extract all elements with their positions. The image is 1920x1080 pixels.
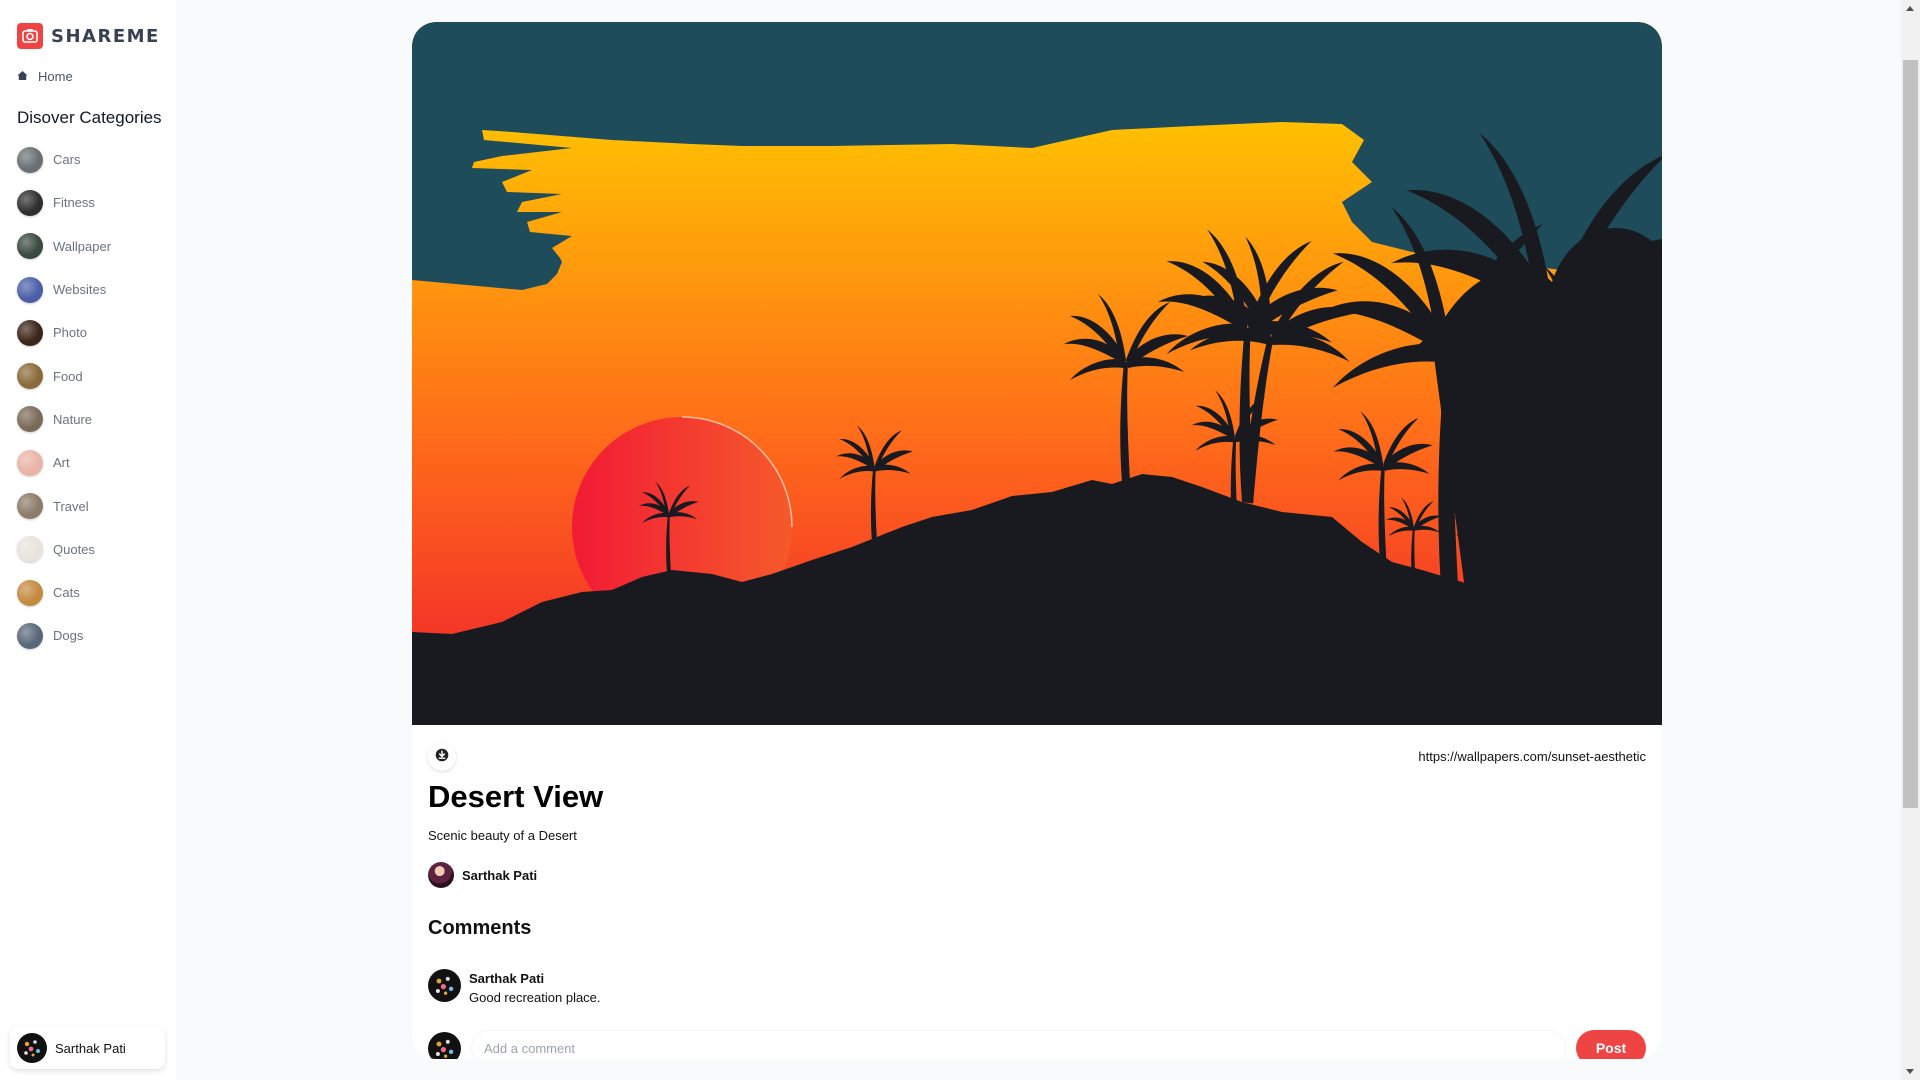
- pin-description: Scenic beauty of a Desert: [428, 828, 577, 843]
- category-label: Nature: [53, 411, 93, 427]
- author-link[interactable]: Sarthak Pati: [428, 862, 537, 888]
- category-label: Websites: [53, 282, 107, 298]
- comment-form: Post: [428, 1030, 1646, 1059]
- nav-home[interactable]: Home: [0, 66, 176, 86]
- category-thumbnail: [17, 319, 43, 346]
- comment-author: Sarthak Pati: [469, 971, 545, 986]
- home-icon: [17, 69, 28, 84]
- author-avatar: [428, 862, 454, 888]
- category-thumbnail: [17, 622, 43, 649]
- category-photo[interactable]: Photo: [0, 311, 176, 354]
- user-avatar: [17, 1033, 47, 1063]
- category-thumbnail: [17, 449, 43, 476]
- category-wallpaper[interactable]: Wallpaper: [0, 225, 176, 268]
- category-label: Dogs: [53, 628, 84, 644]
- category-thumbnail: [17, 363, 43, 390]
- category-dogs[interactable]: Dogs: [0, 614, 176, 657]
- category-quotes[interactable]: Quotes: [0, 528, 176, 571]
- sidebar: SHAREME Home Disover Categories Cars Fitn…: [0, 0, 176, 1080]
- category-label: Cats: [53, 585, 80, 601]
- category-label: Quotes: [53, 541, 95, 557]
- category-label: Travel: [53, 498, 89, 514]
- user-profile-link[interactable]: Sarthak Pati: [10, 1027, 165, 1069]
- pin-image: [412, 22, 1662, 725]
- user-name: Sarthak Pati: [55, 1040, 126, 1056]
- category-thumbnail: [17, 233, 43, 260]
- category-nature[interactable]: Nature: [0, 398, 176, 441]
- category-food[interactable]: Food: [0, 354, 176, 397]
- current-user-avatar[interactable]: [428, 1031, 461, 1059]
- comment-item: Sarthak Pati Good recreation place.: [428, 969, 601, 1005]
- category-list: Cars Fitness Wallpaper Websites Photo Food Nat…: [0, 138, 176, 658]
- category-fitness[interactable]: Fitness: [0, 181, 176, 224]
- camera-icon: [17, 23, 43, 49]
- category-travel[interactable]: Travel: [0, 484, 176, 527]
- category-label: Photo: [53, 325, 87, 341]
- scroll-down-arrow-icon[interactable]: [1906, 1069, 1914, 1074]
- category-cars[interactable]: Cars: [0, 138, 176, 181]
- category-websites[interactable]: Websites: [0, 268, 176, 311]
- page-scrollbar[interactable]: [1901, 0, 1920, 1080]
- pin-detail-card: https://wallpapers.com/sunset-aesthetic …: [412, 22, 1662, 1059]
- pin-title: Desert View: [428, 779, 604, 814]
- post-comment-button[interactable]: Post: [1576, 1030, 1646, 1059]
- category-thumbnail: [17, 146, 43, 173]
- category-label: Cars: [53, 152, 81, 168]
- nav-home-label: Home: [38, 68, 73, 84]
- category-label: Art: [53, 455, 70, 471]
- scroll-up-arrow-icon[interactable]: [1906, 6, 1914, 11]
- comment-input[interactable]: [471, 1030, 1566, 1059]
- comments-heading: Comments: [428, 917, 532, 939]
- category-thumbnail: [17, 276, 43, 303]
- download-icon: [435, 748, 449, 767]
- category-cats[interactable]: Cats: [0, 571, 176, 614]
- source-link[interactable]: https://wallpapers.com/sunset-aesthetic: [1418, 749, 1646, 764]
- category-thumbnail: [17, 579, 43, 606]
- category-label: Wallpaper: [53, 238, 112, 254]
- category-art[interactable]: Art: [0, 441, 176, 484]
- app-name: SHAREME: [51, 25, 160, 47]
- category-thumbnail: [17, 536, 43, 563]
- scrollbar-thumb[interactable]: [1903, 60, 1918, 808]
- category-thumbnail: [17, 493, 43, 520]
- download-button[interactable]: [428, 743, 456, 771]
- category-thumbnail: [17, 406, 43, 433]
- commenter-avatar: [428, 969, 461, 1002]
- category-label: Food: [53, 368, 83, 384]
- author-name: Sarthak Pati: [462, 867, 538, 883]
- comment-text: Good recreation place.: [469, 990, 601, 1005]
- app-logo[interactable]: SHAREME: [0, 20, 176, 52]
- category-label: Fitness: [53, 195, 95, 211]
- categories-heading: Disover Categories: [17, 108, 162, 127]
- category-thumbnail: [17, 189, 43, 216]
